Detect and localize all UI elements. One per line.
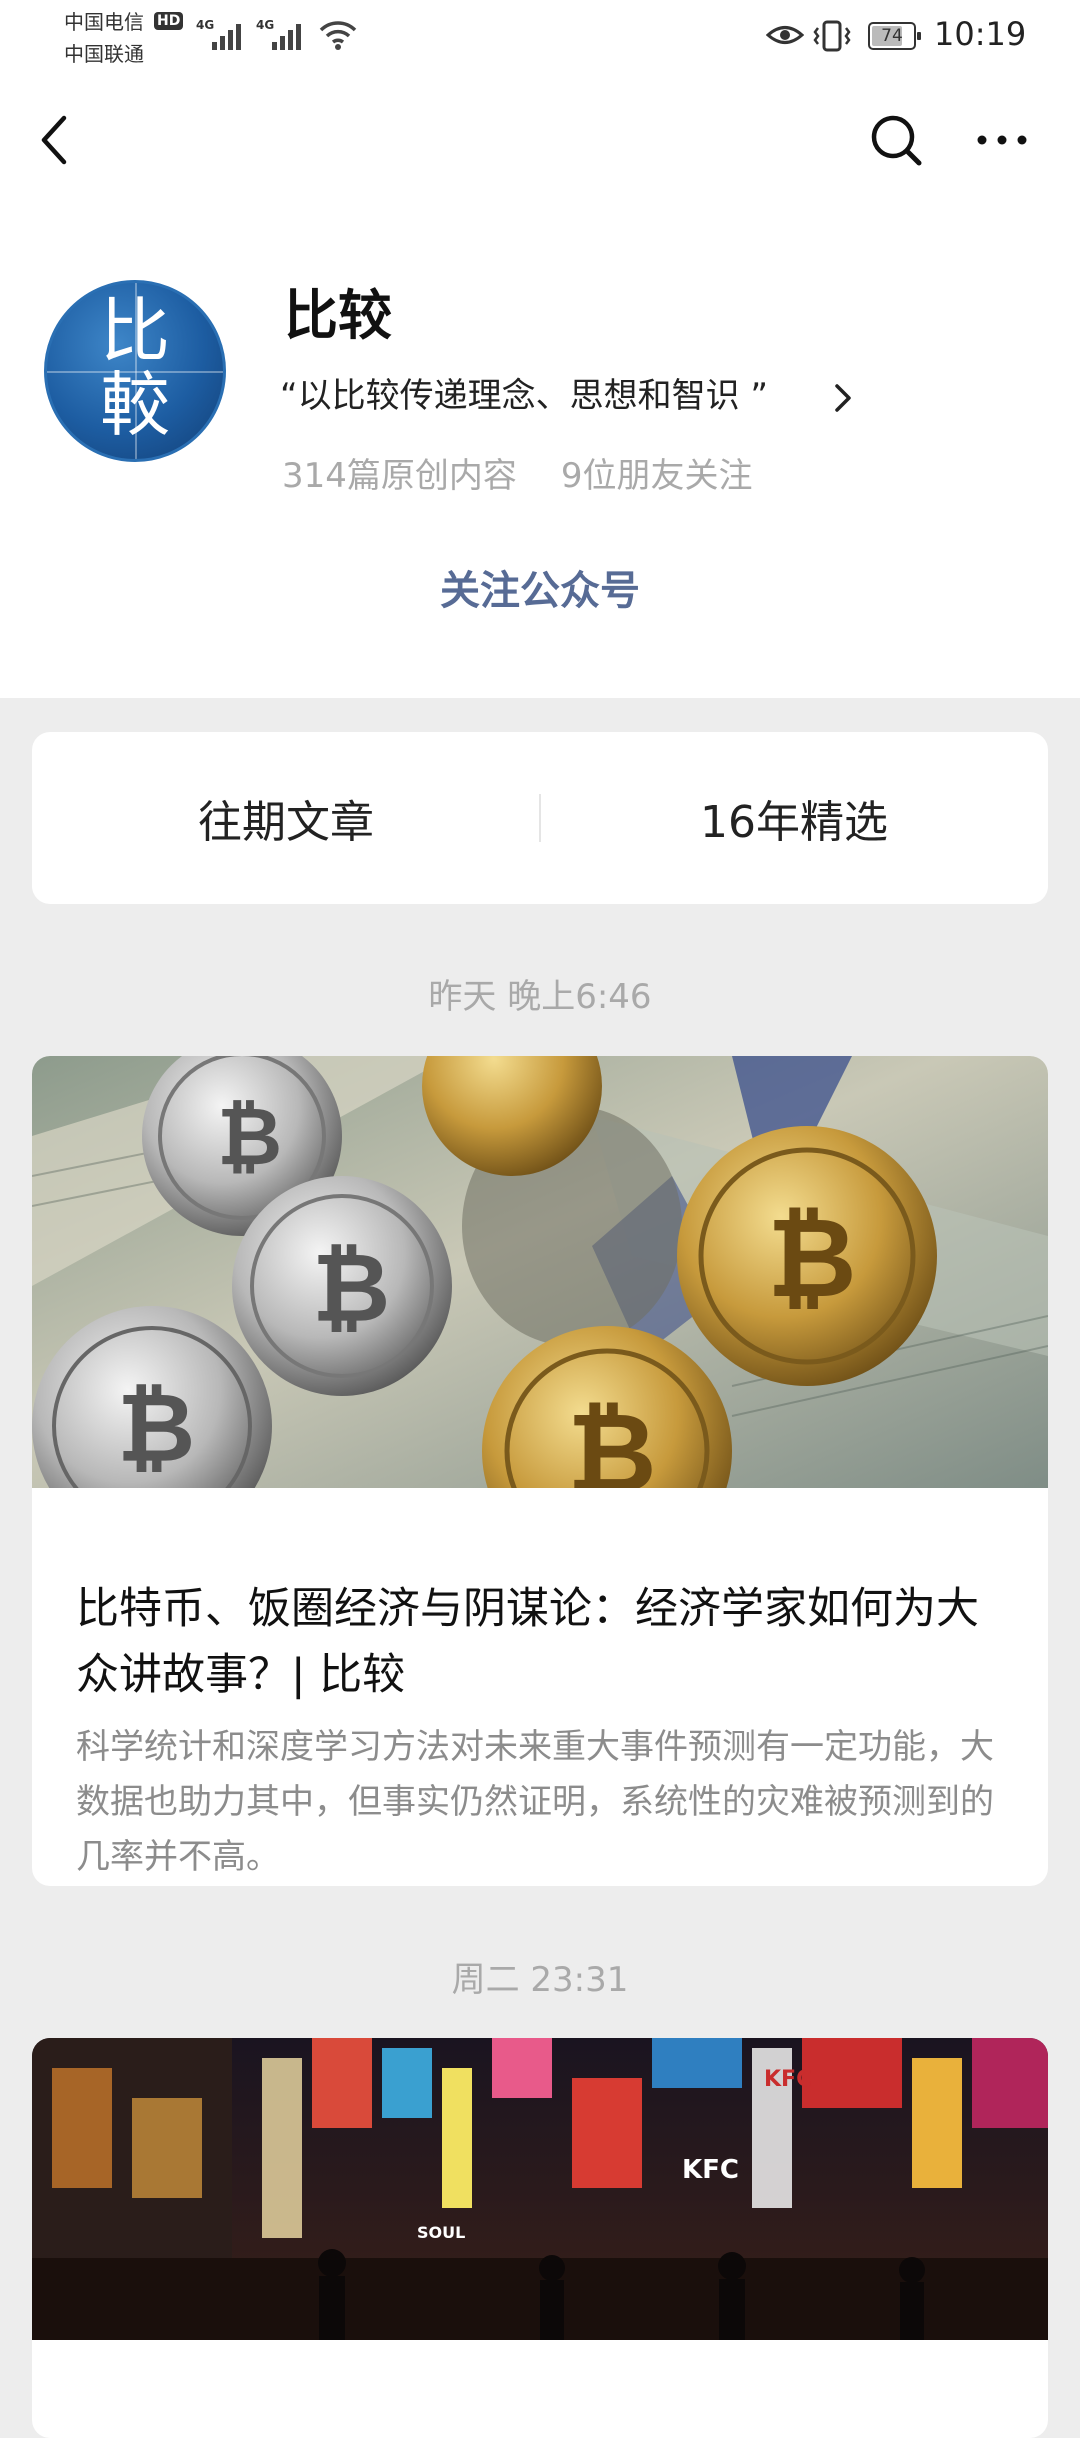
avatar-char-1: 比 bbox=[100, 290, 170, 372]
article-title: 比特币、饭圈经济与阴谋论：经济学家如何为大众讲故事？| 比较 bbox=[76, 1584, 979, 1700]
svg-text:₿: ₿ bbox=[117, 1372, 195, 1484]
status-bar: 中国电信 HD 中国联通 4G 4G 74 10:19 bbox=[0, 0, 1080, 74]
avatar-char-2: 較 bbox=[100, 364, 170, 446]
chevron-right-icon[interactable] bbox=[832, 382, 854, 414]
back-button[interactable] bbox=[22, 108, 86, 172]
hd-badge: HD bbox=[154, 12, 184, 30]
carrier-name-2: 中国联通 bbox=[64, 42, 144, 66]
svg-text:₿: ₿ bbox=[767, 1194, 857, 1322]
more-icon bbox=[977, 135, 1027, 145]
article-cover-image: KFC KFC SOUL bbox=[32, 2038, 1048, 2340]
sign-kfc-2: KFC bbox=[682, 2155, 739, 2185]
wifi-icon bbox=[319, 21, 357, 50]
article-card[interactable]: ₿ ₿ ₿ ₿ ₿ 比特币、饭圈经济与阴谋论：经济学家如何为大众讲故事？| 比较… bbox=[32, 1056, 1048, 1886]
battery-level: 74 bbox=[881, 26, 903, 46]
search-button[interactable] bbox=[864, 108, 928, 172]
search-icon bbox=[871, 115, 922, 166]
original-count[interactable]: 314篇原创内容 bbox=[282, 456, 517, 496]
status-time: 10:19 bbox=[934, 15, 1027, 53]
account-avatar[interactable]: 比 較 bbox=[44, 280, 226, 462]
article-cover-image: ₿ ₿ ₿ ₿ ₿ bbox=[32, 1056, 1048, 1488]
tab-past-articles[interactable]: 往期文章 bbox=[32, 732, 540, 904]
sign-kfc-1: KFC bbox=[764, 2067, 812, 2092]
svg-text:₿: ₿ bbox=[312, 1232, 390, 1344]
friends-follow-count[interactable]: 9位朋友关注 bbox=[561, 456, 753, 496]
follow-button[interactable]: 关注公众号 bbox=[0, 564, 1080, 618]
article-date: 周二 23:31 bbox=[451, 1960, 629, 2000]
eye-icon bbox=[766, 26, 804, 44]
account-description[interactable]: “以比较传递理念、思想和智识 ” bbox=[280, 374, 768, 418]
svg-text:₿: ₿ bbox=[217, 1090, 282, 1183]
sign-soul: SOUL bbox=[417, 2223, 465, 2242]
battery-icon: 74 bbox=[868, 22, 921, 50]
article-summary: 科学统计和深度学习方法对未来重大事件预测有一定功能，大数据也助力其中，但事实仍然… bbox=[76, 1727, 994, 1877]
vibrate-icon bbox=[813, 20, 851, 52]
article-date: 昨天 晚上6:46 bbox=[428, 977, 652, 1017]
carrier-name-1: 中国电信 bbox=[64, 10, 144, 34]
article-card[interactable]: KFC KFC SOUL bbox=[32, 2038, 1048, 2438]
more-button[interactable] bbox=[970, 108, 1034, 172]
nav-bar bbox=[0, 74, 1080, 204]
account-stats: 314篇原创内容 9位朋友关注 bbox=[282, 454, 753, 498]
tab-2016-selection[interactable]: 16年精选 bbox=[540, 732, 1048, 904]
svg-text:₿: ₿ bbox=[567, 1389, 657, 1488]
account-profile: 比 較 比较 “以比较传递理念、思想和智识 ” 314篇原创内容 9位朋友关注 关… bbox=[0, 204, 1080, 698]
account-name: 比较 bbox=[284, 284, 392, 347]
back-arrow-icon bbox=[41, 115, 67, 165]
article-tabs: 往期文章 16年精选 bbox=[32, 732, 1048, 904]
